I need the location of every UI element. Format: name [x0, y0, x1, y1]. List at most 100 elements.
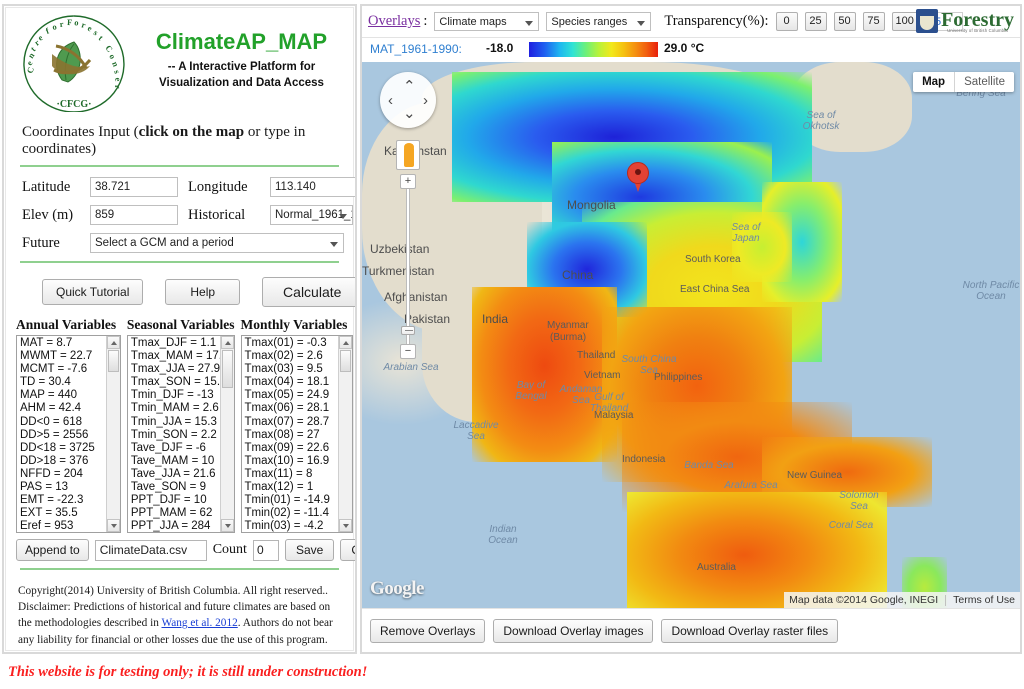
list-item[interactable]: Tmin(02) = -11.4	[245, 507, 338, 520]
pan-right-icon[interactable]: ›	[423, 93, 428, 108]
scroll-thumb[interactable]	[221, 350, 233, 388]
scroll-down-icon[interactable]	[106, 519, 120, 532]
list-item[interactable]: Tmax_DJF = 1.1	[131, 337, 220, 350]
map-canvas[interactable]: KazakhstanUzbekistanTurkmenistanAfghanis…	[362, 62, 1020, 608]
list-item[interactable]: NFFD = 204	[20, 468, 106, 481]
list-item[interactable]: Tmax(02) = 2.6	[245, 350, 338, 363]
climate-maps-select[interactable]: Climate maps	[434, 12, 540, 31]
list-item[interactable]: DD<0 = 618	[20, 416, 106, 429]
zoom-slider-thumb[interactable]	[401, 326, 415, 335]
list-item[interactable]: Tmin(01) = -14.9	[245, 494, 338, 507]
wang-et-al-link[interactable]: Wang et al. 2012	[161, 617, 237, 629]
help-button[interactable]: Help	[165, 279, 241, 305]
list-item[interactable]: Tmax(09) = 22.6	[245, 442, 338, 455]
list-item[interactable]: EMT = -22.3	[20, 494, 106, 507]
list-item[interactable]: Tmax(01) = -0.3	[245, 337, 338, 350]
seasonal-variables-listbox[interactable]: Tmax_DJF = 1.1 Tmax_MAM = 17.3 Tmax_JJA = …	[126, 335, 235, 533]
scroll-down-icon[interactable]	[220, 519, 234, 532]
list-item[interactable]: DD>18 = 376	[20, 455, 106, 468]
list-item[interactable]: PPT_MAM = 62	[131, 507, 220, 520]
transparency-50-button[interactable]: 50	[833, 12, 856, 31]
list-item[interactable]: Tmax_JJA = 27.9	[131, 363, 220, 376]
save-button[interactable]: Save	[284, 539, 335, 561]
monthly-variables-listbox[interactable]: Tmax(01) = -0.3 Tmax(02) = 2.6 Tmax(03) = …	[240, 335, 353, 533]
list-item[interactable]: Eref = 953	[20, 520, 106, 532]
download-overlay-rasters-button[interactable]: Download Overlay raster files	[661, 618, 839, 643]
append-to-button[interactable]: Append to	[16, 539, 89, 561]
list-item[interactable]: MWMT = 22.7	[20, 350, 106, 363]
list-item[interactable]: Tmax_MAM = 17.3	[131, 350, 220, 363]
terms-of-use-link[interactable]: Terms of Use	[953, 594, 1015, 606]
transparency-0-button[interactable]: 0	[775, 12, 798, 31]
map-type-map-button[interactable]: Map	[913, 72, 955, 92]
list-item[interactable]: DD>5 = 2556	[20, 429, 106, 442]
list-item[interactable]: Tmax(12) = 1	[245, 481, 338, 494]
scroll-up-icon[interactable]	[220, 336, 234, 349]
annual-scrollbar[interactable]	[105, 336, 120, 532]
pan-up-icon[interactable]: ⌃	[403, 79, 416, 94]
list-item[interactable]: Tmax(10) = 16.9	[245, 455, 338, 468]
list-item[interactable]: Tmin_JJA = 15.3	[131, 416, 220, 429]
scroll-thumb[interactable]	[340, 350, 351, 372]
list-item[interactable]: MCMT = -7.6	[20, 363, 106, 376]
longitude-input[interactable]	[270, 177, 355, 197]
list-item[interactable]: MAT = 8.7	[20, 337, 106, 350]
list-item[interactable]: EXT = 35.5	[20, 507, 106, 520]
scroll-up-icon[interactable]	[339, 336, 352, 349]
zoom-out-button[interactable]: −	[400, 344, 416, 359]
zoom-slider[interactable]: + −	[400, 174, 416, 359]
latitude-input[interactable]	[90, 177, 178, 197]
map-type-satellite-button[interactable]: Satellite	[954, 72, 1014, 92]
overlays-link[interactable]: Overlays	[368, 13, 420, 30]
count-input[interactable]	[252, 539, 279, 561]
transparency-25-button[interactable]: 25	[804, 12, 827, 31]
zoom-in-button[interactable]: +	[400, 174, 416, 189]
list-item[interactable]: Tave_MAM = 10	[131, 455, 220, 468]
scroll-down-icon[interactable]	[339, 519, 352, 532]
list-item[interactable]: Tmax(08) = 27	[245, 429, 338, 442]
species-ranges-select[interactable]: Species ranges	[546, 12, 652, 31]
pegman-streetview-icon[interactable]	[396, 140, 420, 170]
seasonal-scrollbar[interactable]	[219, 336, 234, 532]
clear-button[interactable]: Clear	[340, 539, 355, 561]
location-marker-icon[interactable]	[627, 162, 649, 192]
list-item[interactable]: Tave_SON = 9	[131, 481, 220, 494]
list-item[interactable]: PPT_DJF = 10	[131, 494, 220, 507]
historical-select[interactable]: Normal_1961_1990	[270, 205, 353, 225]
list-item[interactable]: Tmax(07) = 28.7	[245, 416, 338, 429]
list-item[interactable]: Tmax_SON = 15.8	[131, 376, 220, 389]
list-item[interactable]: AHM = 42.4	[20, 402, 106, 415]
scroll-thumb[interactable]	[107, 350, 119, 372]
list-item[interactable]: Tmin_SON = 2.2	[131, 429, 220, 442]
list-item[interactable]: Tmax(06) = 28.1	[245, 402, 338, 415]
transparency-100-button[interactable]: 100	[891, 12, 918, 31]
download-overlay-images-button[interactable]: Download Overlay images	[493, 618, 654, 643]
list-item[interactable]: Tmax(11) = 8	[245, 468, 338, 481]
pan-control[interactable]: ⌃ ⌄ ‹ ›	[380, 72, 436, 128]
list-item[interactable]: PAS = 13	[20, 481, 106, 494]
list-item[interactable]: Tmax(03) = 9.5	[245, 363, 338, 376]
pan-down-icon[interactable]: ⌄	[403, 106, 416, 121]
remove-overlays-button[interactable]: Remove Overlays	[370, 618, 486, 643]
list-item[interactable]: Tmax(04) = 18.1	[245, 376, 338, 389]
list-item[interactable]: DD<18 = 3725	[20, 442, 106, 455]
list-item[interactable]: Tmin(03) = -4.2	[245, 520, 338, 532]
list-item[interactable]: Tave_JJA = 21.6	[131, 468, 220, 481]
future-select[interactable]: Select a GCM and a period	[90, 233, 344, 253]
list-item[interactable]: MAP = 440	[20, 389, 106, 402]
list-item[interactable]: TD = 30.4	[20, 376, 106, 389]
filename-input[interactable]	[94, 539, 207, 561]
list-item[interactable]: Tmin_DJF = -13	[131, 389, 220, 402]
list-item[interactable]: Tmin_MAM = 2.6	[131, 402, 220, 415]
annual-variables-listbox[interactable]: MAT = 8.7 MWMT = 22.7 MCMT = -7.6 TD = 30.4…	[16, 335, 121, 533]
list-item[interactable]: Tave_DJF = -6	[131, 442, 220, 455]
scroll-up-icon[interactable]	[106, 336, 120, 349]
pan-left-icon[interactable]: ‹	[388, 93, 393, 108]
list-item[interactable]: PPT_JJA = 284	[131, 520, 220, 532]
elevation-input[interactable]	[90, 205, 178, 225]
quick-tutorial-button[interactable]: Quick Tutorial	[42, 279, 144, 305]
transparency-75-button[interactable]: 75	[862, 12, 885, 31]
monthly-scrollbar[interactable]	[338, 336, 352, 532]
calculate-button[interactable]: Calculate	[262, 277, 355, 307]
list-item[interactable]: Tmax(05) = 24.9	[245, 389, 338, 402]
